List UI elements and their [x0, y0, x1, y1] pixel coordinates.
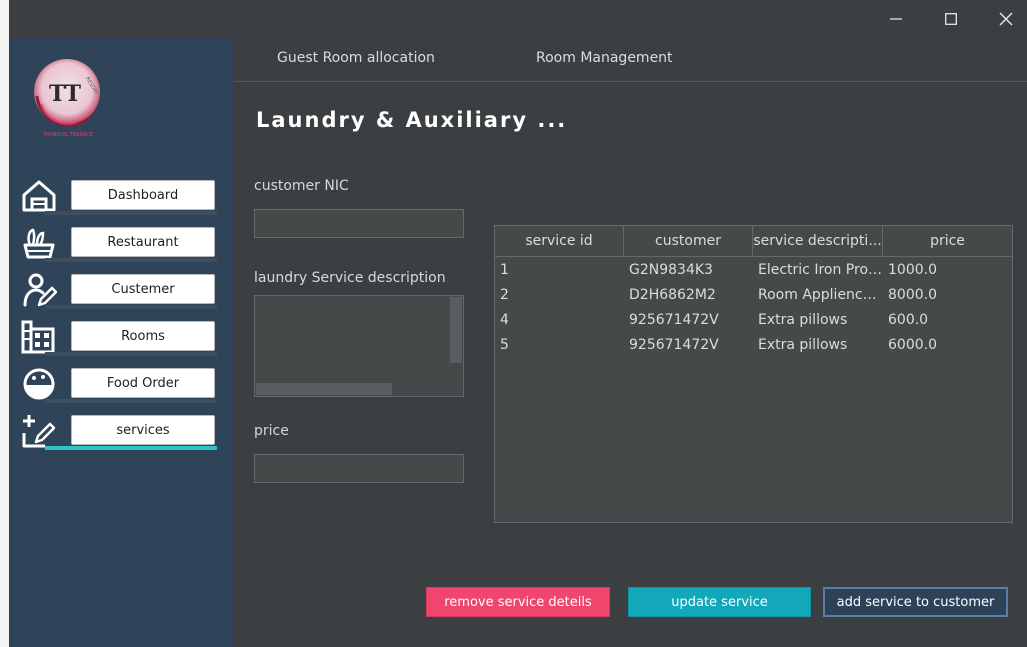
customer-nic-label: customer NIC [254, 178, 349, 194]
sidebar-item-food-order[interactable]: Food Order [21, 366, 217, 403]
sidebar-item-services[interactable]: services [21, 413, 217, 450]
rooms-button[interactable]: Rooms [71, 321, 215, 351]
column-header-price[interactable]: price [883, 226, 1012, 256]
cell-service-description: Extra pillows [758, 337, 848, 353]
restaurant-button[interactable]: Restaurant [71, 227, 215, 257]
food-order-icon [21, 366, 57, 402]
table-row[interactable]: 2 D2H6862M2 Room Applience... 8000.0 [495, 283, 1012, 308]
services-button[interactable]: services [71, 415, 215, 445]
price-label: price [254, 423, 289, 439]
scroll-corner [450, 383, 462, 395]
add-service-button[interactable]: add service to customer [823, 587, 1008, 617]
minimize-icon[interactable] [873, 0, 919, 38]
cell-service-description: Electric Iron Prov... [758, 262, 883, 278]
cell-customer: D2H6862M2 [629, 287, 716, 303]
nav-underline [45, 305, 217, 309]
title-bar [9, 0, 1027, 38]
customer-icon [21, 272, 58, 308]
column-header-customer[interactable]: customer [624, 226, 753, 256]
maximize-icon[interactable] [928, 0, 974, 38]
cell-customer: 925671472V [629, 337, 719, 353]
table-row[interactable]: 1 G2N9834K3 Electric Iron Prov... 1000.0 [495, 258, 1012, 283]
horizontal-scrollbar[interactable] [256, 383, 392, 395]
sidebar-item-rooms[interactable]: Rooms [21, 319, 217, 356]
logo-monogram: TT [49, 81, 82, 107]
customer-nic-input[interactable] [254, 209, 464, 238]
page-title: Laundry & Auxiliary ... [256, 108, 568, 132]
sidebar: TT RESORT TRANQUIL TERRACE Dashboard Res… [9, 38, 234, 647]
cell-service-id: 1 [500, 262, 509, 278]
tab-guest-room-allocation[interactable]: Guest Room allocation [277, 50, 435, 66]
column-header-service-description[interactable]: service descripti... [753, 226, 883, 256]
sidebar-item-restaurant[interactable]: Restaurant [21, 225, 217, 262]
table-row[interactable]: 5 925671472V Extra pillows 6000.0 [495, 333, 1012, 358]
resort-logo: TT RESORT TRANQUIL TERRACE [29, 56, 109, 140]
cell-service-description: Room Applience... [758, 287, 883, 303]
dashboard-button[interactable]: Dashboard [71, 180, 215, 210]
close-icon[interactable] [983, 0, 1027, 38]
cell-price: 600.0 [888, 312, 929, 328]
cell-price: 1000.0 [888, 262, 937, 278]
cell-service-id: 4 [500, 312, 509, 328]
food-order-button[interactable]: Food Order [71, 368, 215, 398]
cell-customer: 925671472V [629, 312, 719, 328]
table-row[interactable]: 4 925671472V Extra pillows 600.0 [495, 308, 1012, 333]
description-textarea[interactable] [254, 295, 464, 397]
cell-customer: G2N9834K3 [629, 262, 713, 278]
remove-service-button[interactable]: remove service deteils [426, 587, 610, 617]
restaurant-icon [21, 225, 57, 261]
cell-price: 8000.0 [888, 287, 937, 303]
sidebar-item-customer[interactable]: Custemer [21, 272, 217, 309]
vertical-scrollbar[interactable] [450, 297, 462, 363]
rooms-icon [21, 319, 57, 355]
services-table[interactable]: service id customer service descripti...… [494, 225, 1013, 523]
update-service-button[interactable]: update service [628, 587, 811, 617]
cell-service-id: 5 [500, 337, 509, 353]
nav-underline [45, 399, 217, 403]
nav-underline [45, 352, 217, 356]
cell-service-id: 2 [500, 287, 509, 303]
cell-price: 6000.0 [888, 337, 937, 353]
table-header: service id customer service descripti...… [495, 226, 1012, 257]
price-input[interactable] [254, 454, 464, 483]
sidebar-item-dashboard[interactable]: Dashboard [21, 178, 217, 215]
nav-underline [45, 211, 217, 215]
services-icon [21, 413, 57, 449]
nav-underline [45, 258, 217, 262]
cell-service-description: Extra pillows [758, 312, 848, 328]
logo-caption: TRANQUIL TERRACE [42, 132, 93, 138]
tab-room-management[interactable]: Room Management [536, 50, 673, 66]
description-label: laundry Service description [254, 270, 446, 286]
app-window: TT RESORT TRANQUIL TERRACE Dashboard Res… [9, 0, 1027, 647]
active-indicator [45, 446, 217, 450]
column-header-service-id[interactable]: service id [495, 226, 624, 256]
tab-bar: Guest Room allocation Room Management [234, 38, 1027, 82]
home-icon [21, 178, 57, 214]
customer-button[interactable]: Custemer [71, 274, 215, 304]
